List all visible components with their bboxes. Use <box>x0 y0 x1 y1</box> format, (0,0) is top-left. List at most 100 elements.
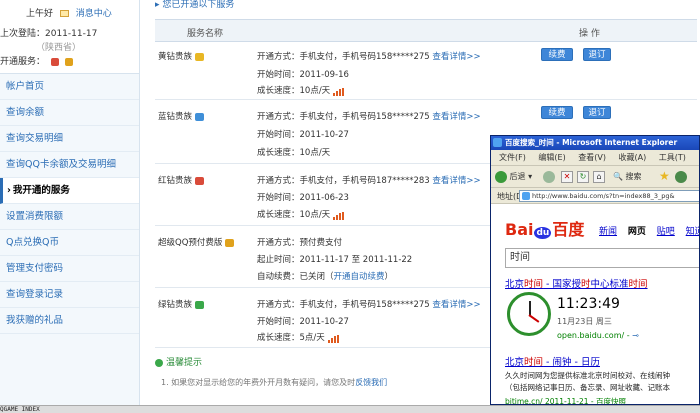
green-diamond-icon <box>195 300 205 309</box>
service-auto-renew: 自动续费：已关闭（开通自动续费） <box>257 272 394 282</box>
opened-services-label: 开通服务： <box>0 57 46 67</box>
service-method: 开通方式：手机支付，手机号码158*****275 查看详情>> <box>257 300 481 310</box>
baidu-logo[interactable]: Bai du 百度 <box>505 216 584 240</box>
sidebar: 上午好 消息中心 上次登陆：2011-11-17 （陕西省） 开通服务： 帐户首… <box>0 0 140 405</box>
table-header: 服务名称 操 作 <box>155 20 697 42</box>
opened-services-line: 开通服务： <box>0 55 139 69</box>
view-detail-link[interactable]: 查看详情>> <box>432 300 480 310</box>
baidu-search-input[interactable]: 时间 <box>505 248 699 268</box>
view-detail-link[interactable]: 查看详情>> <box>432 176 480 186</box>
page-title: ▸ 您已开通以下服务 <box>141 0 700 12</box>
super-qq-icon <box>64 57 73 66</box>
cancel-button[interactable]: 退订 <box>583 48 611 61</box>
search-button[interactable]: 🔍 搜索 <box>613 170 642 183</box>
sidebar-nav: 帐户首页 查询余额 查询交易明细 查询QQ卡余额及交易明细 我开通的服务 设置消… <box>0 74 139 334</box>
result-title-2[interactable]: 北京时间 - 闹钟 - 日历 <box>505 354 600 368</box>
growth-bars-icon <box>327 333 340 343</box>
yellow-diamond-icon <box>195 52 205 61</box>
clock-url: open.baidu.com/ - ⊸ <box>557 331 639 340</box>
page-title-text: 您已开通以下服务 <box>162 0 235 10</box>
nav-query-balance[interactable]: 查询余额 <box>0 100 139 126</box>
renew-button[interactable]: 续费 <box>541 106 573 119</box>
cancel-button[interactable]: 退订 <box>583 106 611 119</box>
service-period: 起止时间：2011-11-17 至 2011-11-22 <box>257 255 413 265</box>
history-icon <box>675 170 687 183</box>
red-diamond-icon <box>50 57 59 66</box>
menu-edit[interactable]: 编辑(E) <box>538 153 565 162</box>
stop-icon: ✕ <box>561 170 573 183</box>
ie-toolbar: 后退 ▾ ✕ ↻ ⌂ 🔍 搜索 ★ <box>491 166 699 188</box>
address-input[interactable]: http://www.baidu.com/s?tn=index88_3_pg& <box>519 190 699 202</box>
tips-text: 1. 如果您对显示给您的年费外开月数有疑问，请您及时反馈我们 <box>161 378 388 387</box>
history-button[interactable] <box>675 170 687 183</box>
refresh-icon: ↻ <box>577 170 589 183</box>
ie-logo-icon <box>493 138 502 147</box>
service-name: 蓝钻贵族 <box>158 110 205 122</box>
result-title-1[interactable]: 北京时间 - 国家授时中心标准时间 <box>505 276 648 290</box>
nav-login-records[interactable]: 查询登录记录 <box>0 282 139 308</box>
nav-qq-card-balance[interactable]: 查询QQ卡余额及交易明细 <box>0 152 139 178</box>
nav-transaction-detail[interactable]: 查询交易明细 <box>0 126 139 152</box>
menu-tools[interactable]: 工具(T) <box>659 153 686 162</box>
tips-title: 温馨提示 <box>155 355 202 368</box>
ie-title-text: 百度搜索_时间 - Microsoft Internet Explorer <box>505 138 678 147</box>
nav-gifts[interactable]: 我获赠的礼品 <box>0 308 139 334</box>
ie-window: 百度搜索_时间 - Microsoft Internet Explorer 文件… <box>490 135 700 405</box>
service-growth: 成长速度：10点/天 <box>257 84 345 96</box>
back-button[interactable]: 后退 ▾ <box>495 170 532 183</box>
star-icon: ★ <box>659 169 670 183</box>
back-arrow-icon <box>495 170 507 183</box>
link-icon: ⊸ <box>632 331 639 340</box>
clock-date: 11月23日 周三 <box>557 317 612 326</box>
result-url-2[interactable]: bjtime.cn/ 2011-11-21 - 百度快照 <box>505 396 626 404</box>
baidu-nav-web[interactable]: 网页 <box>628 227 646 237</box>
refresh-button[interactable]: ↻ <box>577 170 589 183</box>
enable-auto-renew-link[interactable]: 开通自动续费 <box>334 272 385 282</box>
service-name: 绿钻贵族 <box>158 298 205 310</box>
service-growth: 成长速度：5点/天 <box>257 331 340 343</box>
view-detail-link[interactable]: 查看详情>> <box>432 52 480 62</box>
message-center-link[interactable]: 消息中心 <box>76 9 112 19</box>
baidu-nav: 新闻 网页 贴吧 知道 <box>599 224 699 237</box>
menu-favorites[interactable]: 收藏(A) <box>619 153 647 162</box>
nav-spending-limit[interactable]: 设置消费限额 <box>0 204 139 230</box>
address-bar: 地址(D) http://www.baidu.com/s?tn=index88_… <box>491 188 699 204</box>
search-icon: 🔍 <box>613 172 623 181</box>
favorites-button[interactable]: ★ <box>659 170 670 183</box>
menu-view[interactable]: 查看(V) <box>578 153 606 162</box>
menu-file[interactable]: 文件(F) <box>499 153 526 162</box>
service-name: 超级QQ预付费版 <box>158 236 235 248</box>
home-icon: ⌂ <box>593 170 605 183</box>
login-place-text: （陕西省） <box>36 43 82 53</box>
tips-icon <box>155 358 163 367</box>
baidu-nav-zhidao[interactable]: 知道 <box>686 227 699 237</box>
view-detail-link[interactable]: 查看详情>> <box>432 112 480 122</box>
super-qq-icon <box>225 238 235 247</box>
last-login-text: 上次登陆：2011-11-17 <box>0 29 98 39</box>
nav-my-services[interactable]: 我开通的服务 <box>0 178 139 204</box>
user-greeting-bar: 上午好 消息中心 <box>0 0 139 22</box>
service-growth: 成长速度：10点/天 <box>257 208 345 220</box>
nav-payment-password[interactable]: 管理支付密码 <box>0 256 139 282</box>
status-bar: QGAME INDEX <box>0 405 700 413</box>
col-service-name: 服务名称 <box>187 29 224 39</box>
result-snippet-line-2: （包括网络记事日历、备忘录、网址收藏、记账本 <box>505 383 670 392</box>
col-action: 操 作 <box>579 29 600 39</box>
stop-button[interactable]: ✕ <box>561 170 573 183</box>
clock-icon <box>507 292 551 336</box>
ie-title-bar[interactable]: 百度搜索_时间 - Microsoft Internet Explorer <box>491 136 699 150</box>
renew-button[interactable]: 续费 <box>541 48 573 61</box>
service-method: 开通方式：手机支付，手机号码187*****283 查看详情>> <box>257 176 481 186</box>
service-name: 红钻贵族 <box>158 174 205 186</box>
feedback-link[interactable]: 反馈我们 <box>355 378 387 387</box>
nav-account-home[interactable]: 帐户首页 <box>0 74 139 100</box>
baidu-nav-news[interactable]: 新闻 <box>599 227 617 237</box>
service-growth: 成长速度：10点/天 <box>257 148 331 158</box>
home-button[interactable]: ⌂ <box>593 170 605 183</box>
mail-icon <box>59 10 69 17</box>
forward-button[interactable] <box>543 170 555 183</box>
ie-page-content: Baidu百度 新闻 网页 贴吧 知道 时间 北京时间 - 国家授时中心标准时间… <box>491 204 699 404</box>
service-start: 开始时间：2011-10-27 <box>257 317 349 327</box>
nav-qpoint-exchange[interactable]: Q点兑换Q币 <box>0 230 139 256</box>
baidu-nav-tieba[interactable]: 贴吧 <box>657 227 675 237</box>
